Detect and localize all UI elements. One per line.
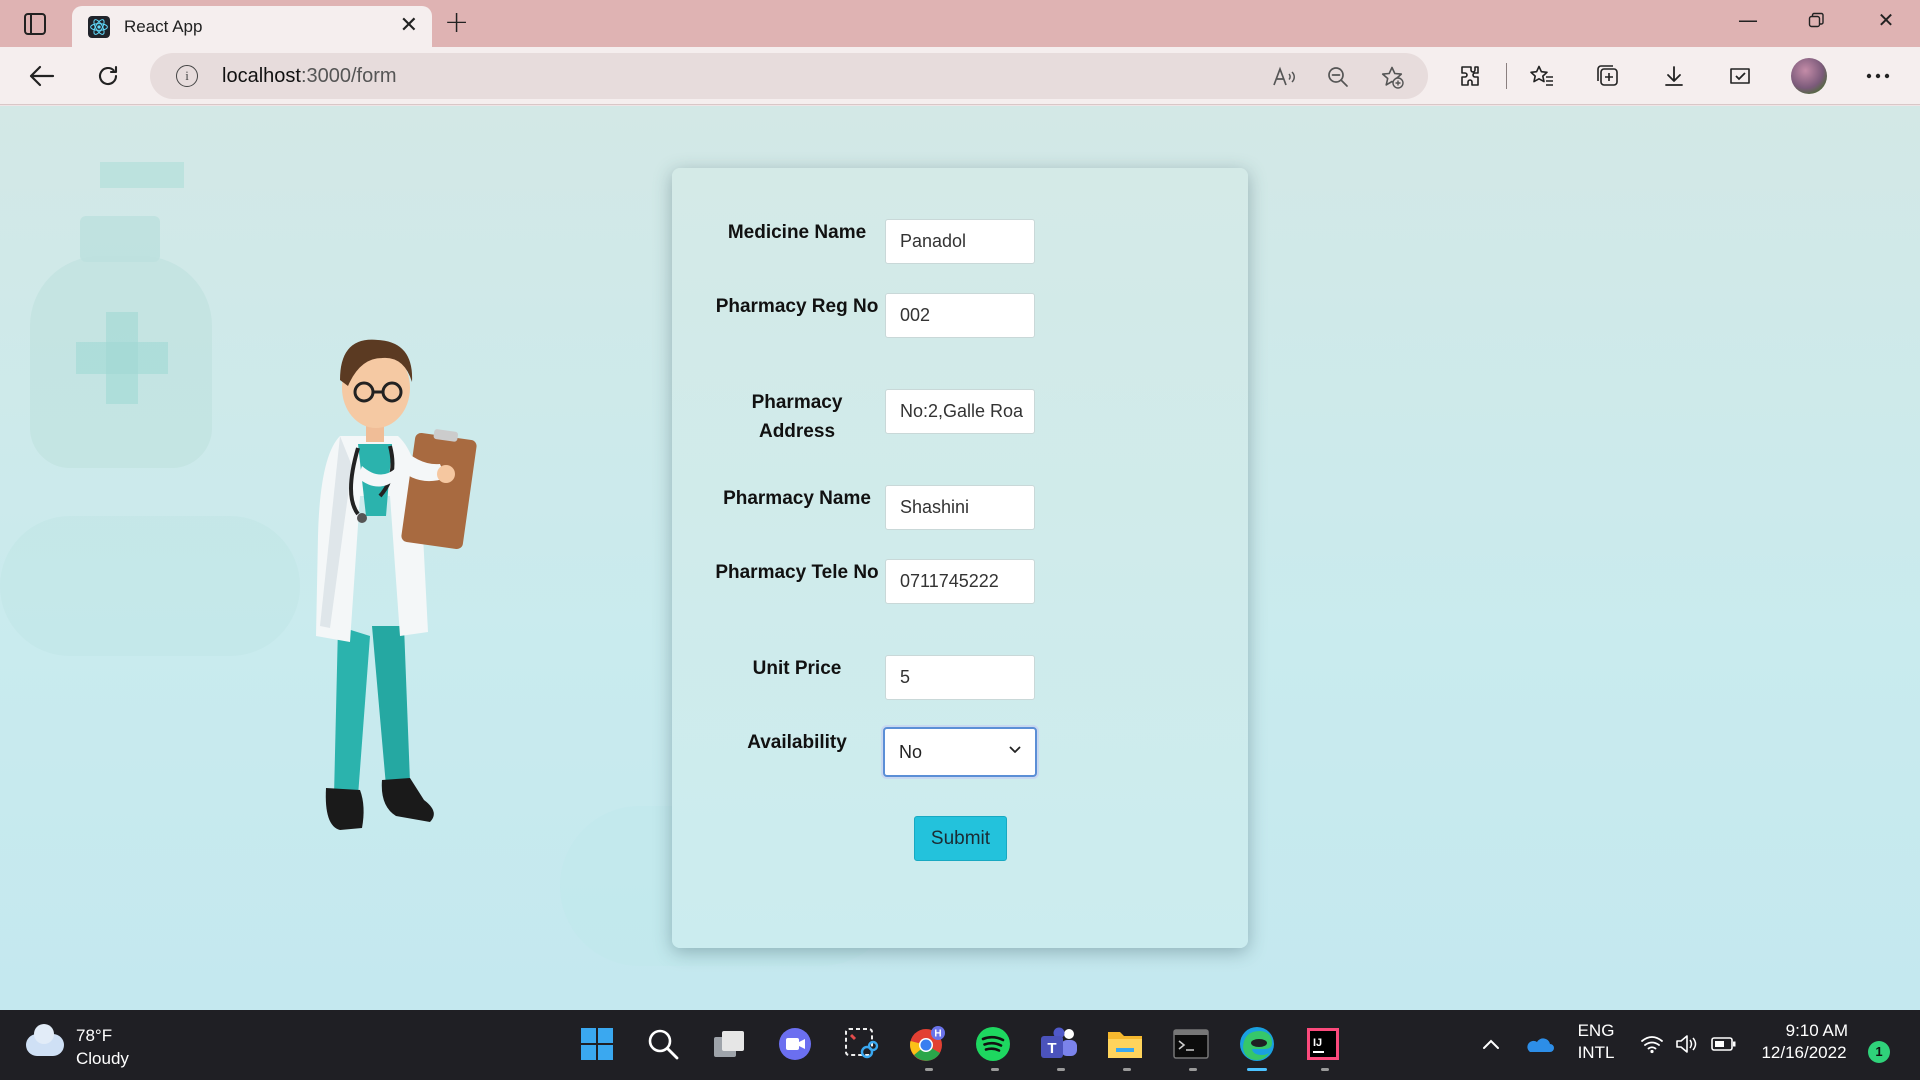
downloads-icon[interactable] xyxy=(1658,60,1690,92)
tab-react-app[interactable]: React App ✕ xyxy=(72,6,432,47)
chevron-up-icon[interactable] xyxy=(1471,1024,1511,1064)
availability-select[interactable]: No xyxy=(883,727,1037,777)
medicine-name-label: Medicine Name xyxy=(727,222,867,243)
svg-text:IJ: IJ xyxy=(1313,1037,1322,1049)
unit-price-input[interactable]: 5 xyxy=(885,655,1035,700)
edge-icon[interactable] xyxy=(1237,1024,1277,1064)
unit-price-label: Unit Price xyxy=(752,658,842,679)
onedrive-icon[interactable] xyxy=(1519,1024,1559,1064)
intellij-icon[interactable]: IJ xyxy=(1303,1024,1343,1064)
site-info-icon[interactable]: i xyxy=(176,65,198,87)
close-icon[interactable]: ✕ xyxy=(400,15,418,37)
collections-icon[interactable] xyxy=(1592,60,1624,92)
tab-title: React App xyxy=(124,16,203,36)
close-window-icon[interactable]: ✕ xyxy=(1866,8,1906,32)
chevron-down-icon xyxy=(1009,746,1021,753)
doctor-illustration xyxy=(316,339,477,830)
add-favorite-icon[interactable] xyxy=(1378,63,1406,91)
clock-date: 12/16/2022 xyxy=(1761,1043,1847,1062)
browser-toolbar: i localhost:3000/form xyxy=(0,47,1920,105)
submit-button[interactable]: Submit xyxy=(914,816,1007,861)
weather-temperature: 78°F xyxy=(76,1026,113,1045)
availability-selected-value: No xyxy=(899,742,923,762)
spotify-icon[interactable] xyxy=(973,1024,1013,1064)
pharmacy-reg-no-input[interactable]: 002 xyxy=(885,293,1035,338)
search-icon[interactable] xyxy=(643,1024,683,1064)
profile-avatar[interactable] xyxy=(1791,58,1827,94)
minimize-icon[interactable]: — xyxy=(1728,8,1768,32)
pharmacy-tele-no-label: Pharmacy Tele No xyxy=(715,562,879,583)
pharmacy-tele-no-input[interactable]: 0711745222 xyxy=(885,559,1035,604)
chrome-profile-badge: H xyxy=(934,1029,941,1040)
app-running-indicator xyxy=(1057,1068,1065,1071)
app-running-indicator xyxy=(1189,1068,1197,1071)
pharmacy-reg-no-label: Pharmacy Reg No xyxy=(715,296,879,317)
weather-widget[interactable]: 78°F Cloudy xyxy=(26,1020,186,1070)
app-active-indicator xyxy=(1247,1068,1267,1071)
zoom-out-icon[interactable] xyxy=(1324,63,1352,91)
pharmacy-address-input[interactable]: No:2,Galle Roa xyxy=(885,389,1035,434)
keyboard-layout: INTL xyxy=(1577,1043,1615,1062)
react-logo-icon xyxy=(88,15,110,38)
background-decoration xyxy=(100,162,184,188)
tab-actions-icon[interactable] xyxy=(18,10,52,38)
extensions-icon[interactable] xyxy=(1454,60,1486,92)
browser-tab-bar: React App ✕ + — ✕ xyxy=(0,0,1920,47)
medicine-name-input[interactable]: Panadol xyxy=(885,219,1035,264)
page-content: Medicine Name Panadol Pharmacy Reg No 00… xyxy=(0,106,1920,1010)
refresh-icon[interactable] xyxy=(92,60,124,92)
availability-label: Availability xyxy=(747,732,847,753)
battery-icon[interactable] xyxy=(1704,1024,1744,1064)
url-path: :3000/form xyxy=(300,65,397,87)
favorites-icon[interactable] xyxy=(1526,60,1558,92)
app-running-indicator xyxy=(991,1068,999,1071)
background-decoration xyxy=(0,516,300,656)
restore-icon[interactable] xyxy=(1796,8,1836,33)
task-view-icon[interactable] xyxy=(709,1024,749,1064)
chrome-icon[interactable]: H xyxy=(907,1024,947,1064)
volume-icon[interactable] xyxy=(1666,1024,1706,1064)
new-tab-icon[interactable]: + xyxy=(444,8,469,38)
back-icon[interactable] xyxy=(26,60,58,92)
app-running-indicator xyxy=(1321,1068,1329,1071)
app-running-indicator xyxy=(1123,1068,1131,1071)
terminal-icon[interactable] xyxy=(1171,1024,1211,1064)
browser-essentials-icon[interactable] xyxy=(1724,60,1756,92)
url-text: localhost:3000/form xyxy=(222,65,397,88)
notification-badge[interactable]: 1 xyxy=(1868,1041,1890,1063)
windows-taskbar: 78°F Cloudy H T IJ ENG INTL 9:10 AM 12/1… xyxy=(0,1010,1920,1080)
weather-condition: Cloudy xyxy=(76,1049,129,1068)
clock-time: 9:10 AM xyxy=(1785,1021,1848,1040)
start-icon[interactable] xyxy=(577,1024,617,1064)
app-running-indicator xyxy=(925,1068,933,1071)
teams-icon[interactable]: T xyxy=(1039,1024,1079,1064)
pharmacy-address-label: Pharmacy Address xyxy=(751,392,843,442)
language-code: ENG xyxy=(1577,1021,1615,1040)
snipping-tool-icon[interactable] xyxy=(841,1024,881,1064)
address-bar[interactable]: i localhost:3000/form xyxy=(150,53,1428,99)
read-aloud-icon[interactable] xyxy=(1270,63,1298,91)
medicine-form-card: Medicine Name Panadol Pharmacy Reg No 00… xyxy=(672,168,1248,948)
cloud-icon xyxy=(26,1024,64,1056)
background-cross xyxy=(106,312,138,404)
clock[interactable]: 9:10 AM 12/16/2022 xyxy=(1752,1021,1856,1063)
pharmacy-name-label: Pharmacy Name xyxy=(723,488,871,509)
pharmacy-name-input[interactable]: Shashini xyxy=(885,485,1035,530)
svg-text:T: T xyxy=(1047,1040,1056,1057)
chat-icon[interactable] xyxy=(775,1024,815,1064)
url-host: localhost xyxy=(222,65,301,87)
toolbar-divider xyxy=(1506,63,1507,89)
language-indicator[interactable]: ENG INTL xyxy=(1574,1021,1618,1063)
file-explorer-icon[interactable] xyxy=(1105,1024,1145,1064)
more-icon[interactable] xyxy=(1862,60,1894,92)
